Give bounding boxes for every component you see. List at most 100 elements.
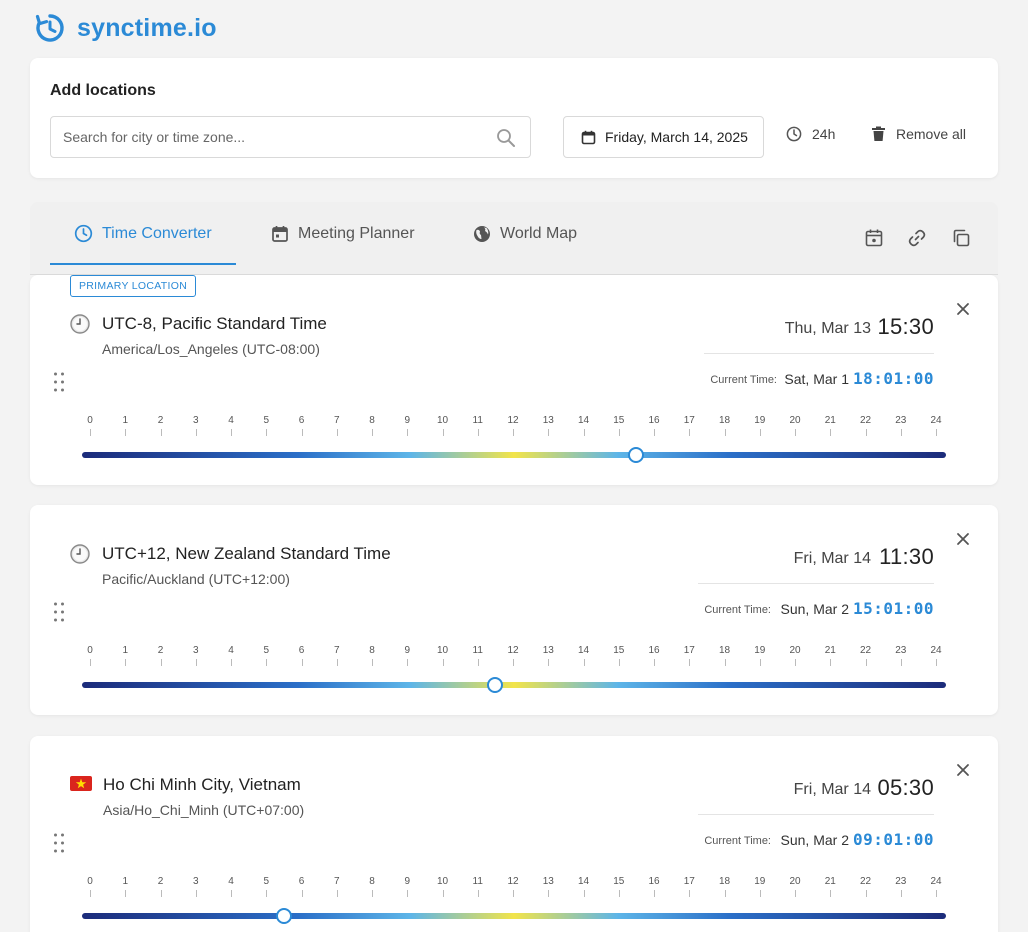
search-icon[interactable] <box>496 128 516 148</box>
hour-tick-mark <box>654 890 655 897</box>
hour-slider[interactable]: 0 1 2 3 4 5 6 7 8 9 10 11 12 13 14 15 16 17 18 19 20 21 22 23 24 <box>82 415 946 465</box>
hour-tick-label: 3 <box>192 645 199 656</box>
hour-tick-mark <box>724 890 726 897</box>
trash-icon <box>872 126 885 141</box>
hour-tick-label: 15 <box>613 415 625 426</box>
hour-slider[interactable]: 0 1 2 3 4 5 6 7 8 9 10 11 12 13 14 15 16 17 18 19 20 21 22 23 24 <box>82 876 946 926</box>
slider-handle[interactable] <box>487 677 504 693</box>
hour-tick-mark <box>759 429 761 436</box>
logo-text[interactable]: synctime.io <box>77 14 217 43</box>
selected-date: Fri, Mar 14 <box>793 781 871 798</box>
slider-track[interactable] <box>82 682 946 688</box>
calendar-icon <box>272 225 288 242</box>
hour-tick-label: 11 <box>472 876 483 887</box>
hour-tick-label: 24 <box>930 645 942 656</box>
hour-tick-label: 17 <box>683 645 695 656</box>
hour-tick-mark <box>266 890 268 897</box>
hour-tick-label: 12 <box>507 415 519 426</box>
hour-tick-mark <box>336 659 338 666</box>
hour-tick-label: 2 <box>157 415 164 426</box>
hour-tick-label: 7 <box>333 876 340 887</box>
hour-tick-label: 23 <box>895 645 907 656</box>
hour-tick-mark <box>477 429 479 436</box>
location-card-ho-chi-minh: Ho Chi Minh City, Vietnam Asia/Ho_Chi_Mi… <box>30 736 998 932</box>
tab-time-converter[interactable]: Time Converter <box>74 202 212 265</box>
hour-tick-mark <box>795 890 796 897</box>
close-icon[interactable] <box>956 302 970 316</box>
drag-handle-icon[interactable] <box>52 371 66 393</box>
hour-tick-label: 1 <box>122 645 129 656</box>
copy-icon[interactable] <box>951 228 971 248</box>
hour-tick-mark <box>795 429 796 436</box>
add-to-calendar-icon[interactable] <box>864 228 884 248</box>
hour-tick-label: 19 <box>754 876 766 887</box>
slider-track[interactable] <box>82 452 946 458</box>
hour-tick-mark <box>266 659 268 666</box>
hour-tick-mark <box>830 429 832 436</box>
link-icon[interactable] <box>907 228 927 248</box>
hour-tick-label: 11 <box>472 415 483 426</box>
hour-tick-label: 0 <box>87 876 93 887</box>
sync-clock-logo-icon[interactable] <box>34 12 66 44</box>
current-time-label: Current Time: <box>704 835 771 847</box>
hour-tick-label: 22 <box>859 415 872 426</box>
hour-tick-label: 18 <box>718 876 731 887</box>
tab-label: Time Converter <box>102 224 212 242</box>
drag-handle-icon[interactable] <box>52 601 66 623</box>
hour-tick-mark <box>336 429 338 436</box>
view-tabs-bar: Time Converter Meeting Planner World Map <box>30 202 998 275</box>
hour-tick-label: 2 <box>157 876 164 887</box>
divider <box>698 814 934 815</box>
hour-tick-label: 13 <box>542 645 554 656</box>
hour-tick-label: 16 <box>648 415 660 426</box>
hour-tick-label: 24 <box>930 876 942 887</box>
add-locations-panel: Add locations Friday, March 14, 2025 24h… <box>30 58 998 178</box>
hour-tick-mark <box>442 659 444 666</box>
hour-slider[interactable]: 0 1 2 3 4 5 6 7 8 9 10 11 12 13 14 15 16 17 18 19 20 21 22 23 24 <box>82 645 946 695</box>
hour-tick-label: 15 <box>613 645 625 656</box>
close-icon[interactable] <box>956 763 970 777</box>
date-picker-button[interactable]: Friday, March 14, 2025 <box>563 116 764 158</box>
hour-tick-label: 24 <box>930 415 942 426</box>
search-input[interactable] <box>63 129 483 145</box>
hour-tick-label: 16 <box>648 876 660 887</box>
close-icon[interactable] <box>956 532 970 546</box>
search-box[interactable] <box>50 116 531 158</box>
hour-tick-label: 5 <box>263 876 270 887</box>
slider-handle[interactable] <box>275 908 292 924</box>
hour-tick-label: 10 <box>436 876 449 887</box>
tab-world-map[interactable]: World Map <box>473 202 577 265</box>
clock-emoji-icon <box>70 544 90 564</box>
hour-tick-label: 22 <box>859 876 872 887</box>
hour-tick-label: 11 <box>472 645 483 656</box>
current-date: Sun, Mar 2 <box>780 601 849 617</box>
hour-tick-label: 21 <box>824 415 836 426</box>
hour-tick-label: 9 <box>404 415 411 426</box>
time-format-toggle[interactable]: 24h <box>786 126 835 142</box>
hour-tick-label: 14 <box>577 876 590 887</box>
hour-tick-label: 1 <box>122 876 129 887</box>
location-card-auckland: UTC+12, New Zealand Standard Time Pacifi… <box>30 505 998 715</box>
hour-tick-mark <box>583 659 585 666</box>
hour-tick-label: 17 <box>683 415 695 426</box>
hour-tick-label: 15 <box>613 876 625 887</box>
tab-meeting-planner[interactable]: Meeting Planner <box>271 202 415 265</box>
current-time: 09:01:00 <box>852 830 934 849</box>
remove-all-button[interactable]: Remove all <box>871 126 966 142</box>
hour-tick-mark <box>125 890 127 897</box>
hour-tick-mark <box>900 659 902 666</box>
hour-tick-label: 9 <box>404 876 411 887</box>
hour-tick-mark <box>724 659 726 666</box>
hour-tick-label: 18 <box>718 415 731 426</box>
add-locations-title: Add locations <box>50 82 156 99</box>
hour-tick-label: 5 <box>263 645 270 656</box>
slider-track[interactable] <box>82 913 946 919</box>
hour-tick-mark <box>125 659 127 666</box>
clock-icon <box>786 126 802 142</box>
hour-tick-mark <box>372 429 373 436</box>
hour-tick-mark <box>407 659 409 666</box>
slider-handle[interactable] <box>628 447 645 463</box>
drag-handle-icon[interactable] <box>52 832 66 854</box>
timezone-name: Asia/Ho_Chi_Minh (UTC+07:00) <box>103 802 305 818</box>
calendar-icon <box>581 130 596 144</box>
